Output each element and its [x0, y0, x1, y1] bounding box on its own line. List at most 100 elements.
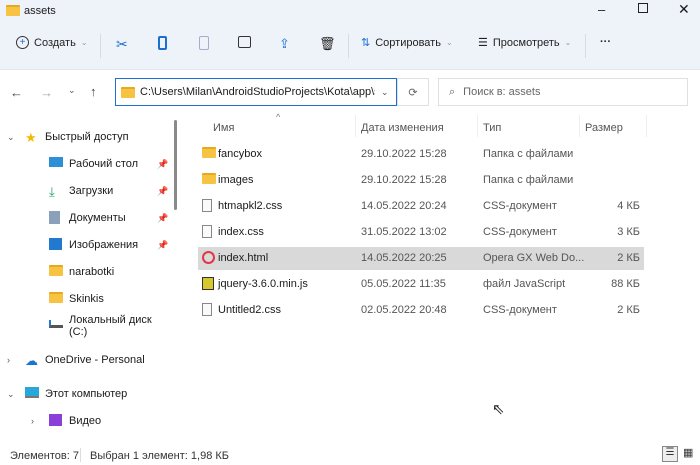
file-row[interactable]: Untitled2.css 02.05.2022 20:48 CSS-докумен… [198, 299, 644, 322]
chevron-down-icon: ⌄ [445, 38, 453, 47]
folder-icon [6, 5, 20, 16]
status-bar: Элементов: 7 Выбран 1 элемент: 1,98 КБ ☰… [0, 446, 700, 465]
css-file-icon [202, 303, 212, 319]
file-size: 2 КБ [617, 252, 640, 264]
up-button[interactable]: ↑ [90, 84, 97, 99]
file-row[interactable]: index.html 14.05.2022 20:25 Opera GX Web D… [198, 247, 644, 270]
search-input[interactable]: ⌕ Поиск в: assets [438, 78, 688, 106]
file-name: index.css [218, 226, 264, 238]
file-type: Папка с файлами [483, 148, 574, 160]
file-type: CSS-документ [483, 226, 557, 238]
sidebar-item[interactable]: ⤓ Загрузки 📌 [0, 179, 170, 203]
share-icon[interactable]: ⇪ [279, 36, 290, 52]
file-date: 29.10.2022 15:28 [361, 174, 447, 186]
sidebar-item[interactable]: ⌄ ★ Быстрый доступ [0, 125, 170, 149]
sidebar-item-label: Этот компьютер [45, 388, 128, 400]
folder-file-icon [202, 147, 216, 161]
cut-icon[interactable]: ✂ [116, 36, 128, 53]
file-name: index.html [218, 252, 269, 264]
sidebar-item-label: Skinkis [69, 293, 104, 305]
search-icon: ⌕ [449, 85, 456, 98]
paste-icon[interactable] [199, 36, 209, 50]
refresh-button[interactable]: ⟳ [397, 78, 429, 106]
sidebar-item[interactable]: Skinkis [0, 287, 170, 311]
folder-icon [121, 86, 135, 98]
rename-icon[interactable] [238, 36, 251, 48]
minimize-button[interactable]: – [598, 2, 605, 17]
file-date: 14.05.2022 20:24 [361, 200, 447, 212]
file-row[interactable]: fancybox 29.10.2022 15:28 Папка с файлами [198, 143, 644, 166]
sidebar-item-label: Загрузки [69, 185, 114, 197]
back-button[interactable]: ← [10, 85, 23, 100]
sidebar-item-label: Изображения [69, 239, 139, 251]
star-icon: ★ [25, 130, 37, 145]
file-date: 05.05.2022 11:35 [361, 278, 446, 290]
maximize-button[interactable] [638, 3, 648, 13]
title-bar: assets – ✕ [0, 0, 700, 22]
view-button[interactable]: ☰ Просмотреть ⌄ [478, 36, 572, 50]
copy-icon[interactable] [158, 36, 167, 50]
sidebar-item-label: Рабочий стол [69, 158, 139, 170]
tiles-view-button[interactable]: ▦ [683, 446, 693, 459]
create-button[interactable]: + Создать ⌄ [16, 36, 88, 49]
sidebar-item[interactable]: › Видео [0, 409, 170, 433]
file-row[interactable]: index.css 31.05.2022 13:02 CSS-документ 3 К… [198, 221, 644, 244]
pin-icon: 📌 [157, 239, 169, 250]
opera-file-icon [202, 251, 215, 267]
address-bar[interactable]: C:\Users\Milan\AndroidStudioProjects\Kot… [115, 78, 397, 106]
chevron-down-icon[interactable]: ⌄ [7, 389, 15, 400]
chevron-down-icon[interactable]: ⌄ [7, 132, 15, 143]
column-header-type[interactable]: Тип [483, 122, 501, 134]
file-type: Opera GX Web Do... [483, 252, 585, 264]
sidebar-item[interactable]: › ☁ OneDrive - Personal [0, 348, 170, 372]
recent-dropdown[interactable]: ⌄ [68, 85, 76, 96]
cloud-icon: ☁ [25, 353, 38, 368]
sidebar-item-label: OneDrive - Personal [45, 354, 145, 366]
download-icon: ⤓ [49, 184, 55, 199]
sidebar-item-label: Быстрый доступ [45, 131, 129, 143]
file-name: fancybox [218, 148, 263, 160]
file-row[interactable]: images 29.10.2022 15:28 Папка с файлами [198, 169, 644, 192]
js-file-icon [202, 277, 214, 293]
search-placeholder: Поиск в: assets [463, 86, 541, 98]
create-label: Создать [34, 36, 76, 49]
column-header-name[interactable]: Имя [213, 122, 234, 134]
sort-icon: ⇅ [361, 37, 371, 49]
view-list-icon: ☰ [478, 37, 488, 49]
file-row[interactable]: jquery-3.6.0.min.js 05.05.2022 11:35 файл … [198, 273, 644, 296]
close-button[interactable]: ✕ [678, 1, 690, 18]
sidebar-item-label: Локальный диск (C:) [69, 314, 152, 338]
file-date: 29.10.2022 15:28 [361, 148, 447, 160]
sidebar-item[interactable]: Локальный диск (C:) [0, 314, 170, 338]
chevron-right-icon[interactable]: › [31, 416, 34, 426]
delete-icon[interactable]: 🗑 [319, 36, 336, 52]
sort-label: Сортировать [375, 36, 441, 49]
chevron-down-icon: ⌄ [80, 38, 88, 47]
sidebar-scrollbar[interactable] [174, 120, 177, 210]
file-row[interactable]: htmapkl2.css 14.05.2022 20:24 CSS-документ… [198, 195, 644, 218]
sidebar-item[interactable]: Рабочий стол 📌 [0, 152, 170, 176]
file-name: htmapkl2.css [218, 200, 283, 212]
file-name: images [218, 174, 254, 186]
sidebar-item[interactable]: Изображения 📌 [0, 233, 170, 257]
chevron-down-icon: ⌄ [564, 38, 572, 47]
folder-icon [49, 292, 63, 306]
forward-button[interactable]: → [40, 85, 53, 100]
chevron-right-icon[interactable]: › [7, 355, 10, 365]
documents-icon [49, 211, 60, 227]
file-type: CSS-документ [483, 304, 557, 316]
file-size: 88 КБ [611, 278, 640, 290]
column-header-size[interactable]: Размер [585, 122, 623, 134]
file-size: 4 КБ [617, 200, 640, 212]
pictures-icon [49, 238, 62, 253]
more-button[interactable]: ··· [600, 36, 611, 48]
desktop-icon [49, 157, 63, 170]
sidebar-item[interactable]: narabotki [0, 260, 170, 284]
details-view-button[interactable]: ☰ [662, 446, 678, 462]
file-date: 31.05.2022 13:02 [361, 226, 447, 238]
sidebar-item[interactable]: ⌄ Этот компьютер [0, 382, 170, 406]
sort-button[interactable]: ⇅ Сортировать ⌄ [361, 36, 453, 50]
column-header-date[interactable]: Дата изменения [361, 122, 444, 134]
sidebar-item[interactable]: Документы 📌 [0, 206, 170, 230]
file-date: 14.05.2022 20:25 [361, 252, 447, 264]
